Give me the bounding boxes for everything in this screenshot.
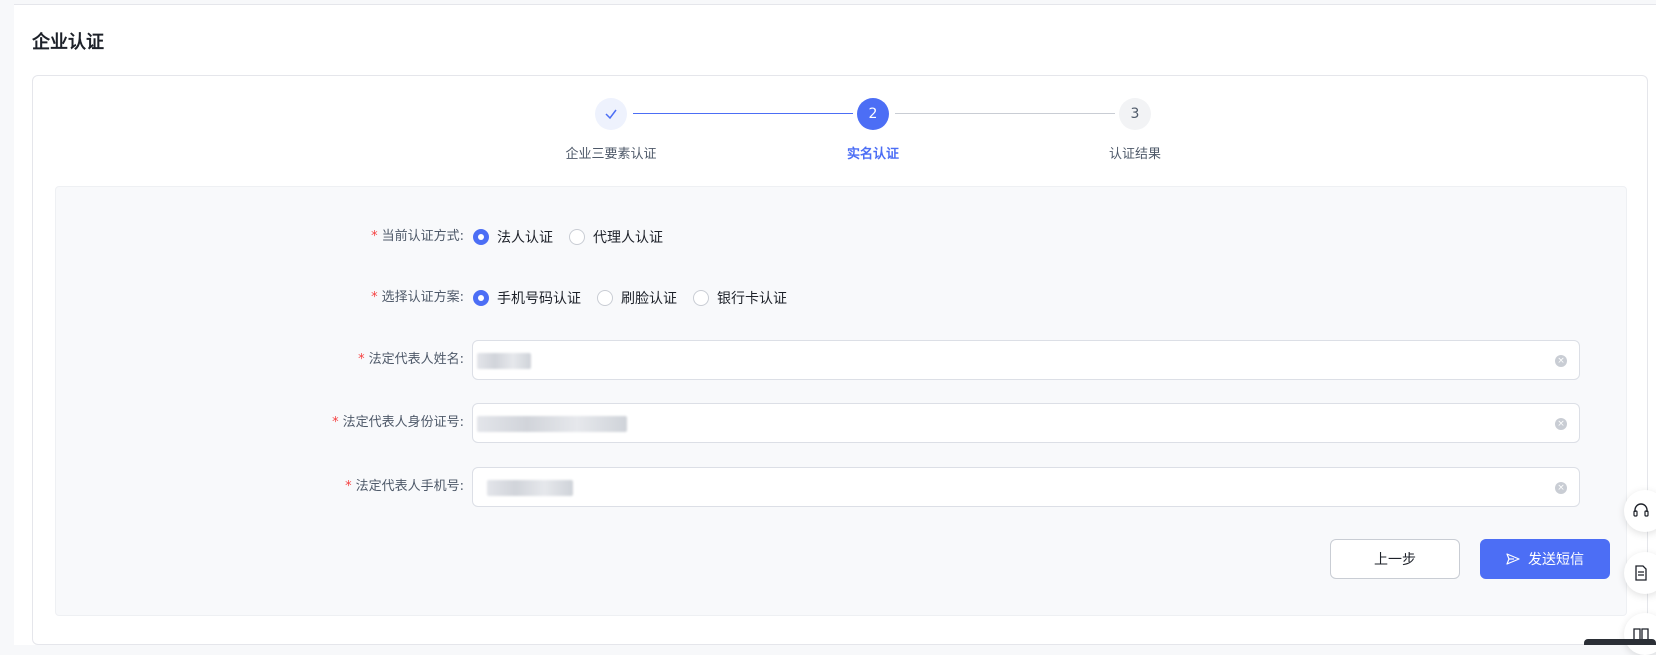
send-icon xyxy=(1506,552,1520,566)
legal-id-row: * 法定代表人身份证号: × xyxy=(56,403,1626,443)
radio-unchecked-icon xyxy=(693,290,709,306)
radio-bank-card[interactable]: 银行卡认证 xyxy=(693,288,787,308)
radio-unchecked-icon xyxy=(569,229,585,245)
radio-phone[interactable]: 手机号码认证 xyxy=(473,288,581,308)
send-sms-button[interactable]: 发送短信 xyxy=(1480,539,1610,579)
prev-step-button[interactable]: 上一步 xyxy=(1330,539,1460,579)
radio-face[interactable]: 刷脸认证 xyxy=(597,288,677,308)
headset-icon xyxy=(1633,503,1649,517)
bottom-float-bar xyxy=(1584,639,1656,645)
radio-checked-icon xyxy=(473,229,489,245)
steps-bar: 2 3 企业三要素认证 实名认证 认证结果 xyxy=(33,76,1647,186)
step-2-circle: 2 xyxy=(857,98,889,130)
auth-method-row: * 当前认证方式: 法人认证 代理人认证 xyxy=(56,217,1626,257)
legal-id-input[interactable]: × xyxy=(472,403,1580,443)
legal-phone-label: * 法定代表人手机号: xyxy=(345,479,464,494)
auth-method-radio-group: 法人认证 代理人认证 xyxy=(473,217,679,257)
legal-id-label: * 法定代表人身份证号: xyxy=(332,415,464,430)
blurred-value xyxy=(477,416,627,432)
radio-unchecked-icon xyxy=(597,290,613,306)
blurred-value xyxy=(487,480,573,496)
auth-plan-row: * 选择认证方案: 手机号码认证 刷脸认证 银行卡认证 xyxy=(56,278,1626,318)
required-mark: * xyxy=(345,479,352,494)
page-title: 企业认证 xyxy=(32,32,104,53)
clear-icon[interactable]: × xyxy=(1555,418,1567,430)
step-1-label: 企业三要素认证 xyxy=(565,147,657,162)
step-line-1 xyxy=(633,113,853,114)
guide-button[interactable] xyxy=(1624,613,1656,655)
step-3-circle: 3 xyxy=(1119,98,1151,130)
required-mark: * xyxy=(371,229,378,244)
radio-legal-person[interactable]: 法人认证 xyxy=(473,227,553,247)
blurred-value xyxy=(477,353,531,369)
page: 企业认证 2 3 企业三要素认证 实名认证 认证结果 * 当前认证方式: 法人认… xyxy=(0,0,1656,655)
legal-name-label: * 法定代表人姓名: xyxy=(358,352,464,367)
auth-plan-radio-group: 手机号码认证 刷脸认证 银行卡认证 xyxy=(473,278,803,318)
auth-plan-label: * 选择认证方案: xyxy=(371,290,464,305)
legal-name-input[interactable]: × xyxy=(472,340,1580,380)
clear-icon[interactable]: × xyxy=(1555,355,1567,367)
step-3-label: 认证结果 xyxy=(1108,147,1161,162)
legal-phone-row: * 法定代表人手机号: × xyxy=(56,467,1626,507)
legal-phone-input[interactable]: × xyxy=(472,467,1580,507)
document-icon xyxy=(1635,565,1647,581)
clear-icon[interactable]: × xyxy=(1555,482,1567,494)
certification-card: 2 3 企业三要素认证 实名认证 认证结果 * 当前认证方式: 法人认证 代理人… xyxy=(32,75,1648,645)
legal-name-row: * 法定代表人姓名: × xyxy=(56,340,1626,380)
check-icon xyxy=(605,109,617,120)
required-mark: * xyxy=(358,352,365,367)
step-line-2 xyxy=(895,113,1115,114)
step-2-label: 实名认证 xyxy=(846,147,899,162)
auth-method-label: * 当前认证方式: xyxy=(371,229,464,244)
required-mark: * xyxy=(371,290,378,305)
step-1-circle xyxy=(595,98,627,130)
form-panel: * 当前认证方式: 法人认证 代理人认证 * 选择认证方案: 手机号码认证 刷脸… xyxy=(55,186,1627,616)
radio-agent[interactable]: 代理人认证 xyxy=(569,227,663,247)
radio-checked-icon xyxy=(473,290,489,306)
required-mark: * xyxy=(332,415,339,430)
